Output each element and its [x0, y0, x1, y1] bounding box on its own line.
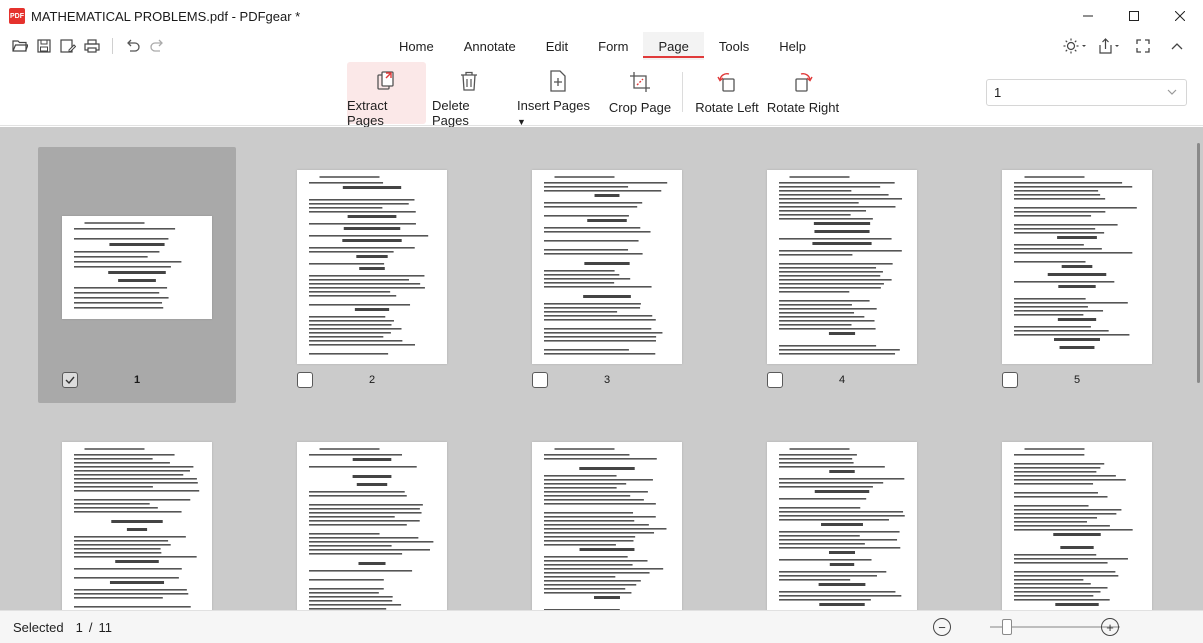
rotate-left-button[interactable]: Rotate Left [695, 62, 759, 124]
toolbar-divider [112, 38, 113, 54]
rotate-left-label: Rotate Left [695, 100, 759, 115]
page-select-checkbox[interactable] [767, 372, 783, 388]
fullscreen-icon[interactable] [1129, 34, 1157, 58]
page-thumbnail-card[interactable]: 2 [273, 147, 471, 403]
vertical-scrollbar[interactable] [1197, 143, 1200, 383]
tab-form[interactable]: Form [583, 32, 643, 60]
extract-pages-icon [375, 70, 399, 92]
ribbon-divider [682, 72, 683, 112]
insert-pages-button[interactable]: Insert Pages ▼ [517, 62, 599, 127]
page-select-checkbox[interactable] [62, 372, 78, 388]
page-thumbnail-image[interactable] [1002, 170, 1152, 364]
pdfgear-logo-icon: PDF [9, 8, 25, 24]
page-thumbnail-card[interactable]: 8 [508, 419, 706, 610]
page-select-checkbox[interactable] [1002, 372, 1018, 388]
page-number-label: 4 [838, 374, 846, 386]
extract-pages-label: Extract Pages [347, 98, 388, 128]
save-icon[interactable] [32, 34, 56, 58]
selected-label: Selected [13, 619, 64, 635]
rotate-left-icon [715, 70, 739, 94]
page-number-label: 1 [133, 374, 141, 386]
trash-icon [457, 70, 481, 92]
minimize-button[interactable] [1065, 0, 1111, 32]
undo-icon[interactable] [121, 34, 145, 58]
tab-page[interactable]: Page [643, 32, 705, 60]
zoom-slider-thumb[interactable] [1002, 619, 1012, 635]
selected-count: 1 [75, 619, 83, 635]
page-thumbnail-card[interactable]: 1 [38, 147, 236, 403]
page-thumbnail-image[interactable] [297, 170, 447, 364]
window-title: MATHEMATICAL PROBLEMS.pdf - PDFgear * [31, 8, 301, 24]
page-select-value: 1 [994, 85, 1002, 100]
checkmark-icon [65, 376, 75, 385]
page-thumbnail-card[interactable]: 5 [978, 147, 1176, 403]
print-icon[interactable] [80, 34, 104, 58]
close-button[interactable] [1157, 0, 1203, 32]
maximize-button[interactable] [1111, 0, 1157, 32]
zoom-in-button[interactable]: + [1101, 618, 1119, 636]
insert-dropdown-icon: ▼ [517, 117, 526, 127]
page-thumbnail-card[interactable]: 9 [743, 419, 941, 610]
page-number-select[interactable]: 1 [986, 79, 1187, 106]
total-count: 11 [98, 619, 112, 635]
rotate-right-icon [791, 70, 815, 94]
title-bar: PDF MATHEMATICAL PROBLEMS.pdf - PDFgear … [0, 0, 1203, 32]
crop-icon [628, 70, 652, 94]
page-thumbnail-card[interactable]: 4 [743, 147, 941, 403]
page-select-checkbox[interactable] [532, 372, 548, 388]
tab-tools[interactable]: Tools [704, 32, 764, 60]
count-separator: / [88, 619, 93, 635]
page-thumbnail-card[interactable]: 6 [38, 419, 236, 610]
open-folder-icon[interactable] [8, 34, 32, 58]
insert-pages-label: Insert Pages ▼ [517, 98, 590, 127]
page-select-checkbox[interactable] [297, 372, 313, 388]
tab-help[interactable]: Help [764, 32, 821, 60]
page-thumbnail-card[interactable]: 10 [978, 419, 1176, 610]
page-thumbnail-grid: 1 2 3 4 5 678910 [0, 127, 1203, 610]
redo-icon[interactable] [145, 34, 169, 58]
delete-pages-label: Delete Pages [432, 98, 470, 128]
save-as-icon[interactable] [56, 34, 80, 58]
page-ribbon: Extract Pages Delete Pages Insert Pages … [0, 60, 1203, 128]
crop-page-button[interactable]: Crop Page [608, 62, 672, 124]
page-number-label: 2 [368, 374, 376, 386]
page-thumbnail-image[interactable] [1002, 442, 1152, 610]
page-thumbnail-image[interactable] [767, 442, 917, 610]
status-bar: Selected 1 / 11 − + [0, 610, 1203, 643]
page-number-label: 5 [1073, 374, 1081, 386]
page-thumbnail-image[interactable] [767, 170, 917, 364]
tab-home[interactable]: Home [384, 32, 449, 60]
page-thumbnail-image[interactable] [297, 442, 447, 610]
extract-pages-button[interactable]: Extract Pages [347, 62, 426, 128]
rotate-right-button[interactable]: Rotate Right [766, 62, 840, 124]
rotate-right-label: Rotate Right [766, 100, 840, 115]
page-thumbnail-image[interactable] [62, 216, 212, 319]
insert-page-icon [546, 70, 570, 92]
main-tabs: Home Annotate Edit Form Page Tools Help [384, 32, 821, 60]
theme-icon[interactable] [1061, 34, 1089, 58]
page-thumbnail-image[interactable] [532, 442, 682, 610]
share-icon[interactable] [1095, 34, 1123, 58]
collapse-ribbon-icon[interactable] [1163, 34, 1191, 58]
page-thumbnail-card[interactable]: 7 [273, 419, 471, 610]
menu-row: Home Annotate Edit Form Page Tools Help [0, 32, 1203, 60]
tab-edit[interactable]: Edit [531, 32, 583, 60]
chevron-down-icon [1166, 86, 1178, 101]
page-number-label: 3 [603, 374, 611, 386]
page-thumbnail-image[interactable] [532, 170, 682, 364]
page-thumbnail-image[interactable] [62, 442, 212, 610]
delete-pages-button[interactable]: Delete Pages [432, 62, 506, 128]
page-thumbnail-card[interactable]: 3 [508, 147, 706, 403]
crop-page-label: Crop Page [608, 100, 672, 115]
tab-annotate[interactable]: Annotate [449, 32, 531, 60]
zoom-out-button[interactable]: − [933, 618, 951, 636]
